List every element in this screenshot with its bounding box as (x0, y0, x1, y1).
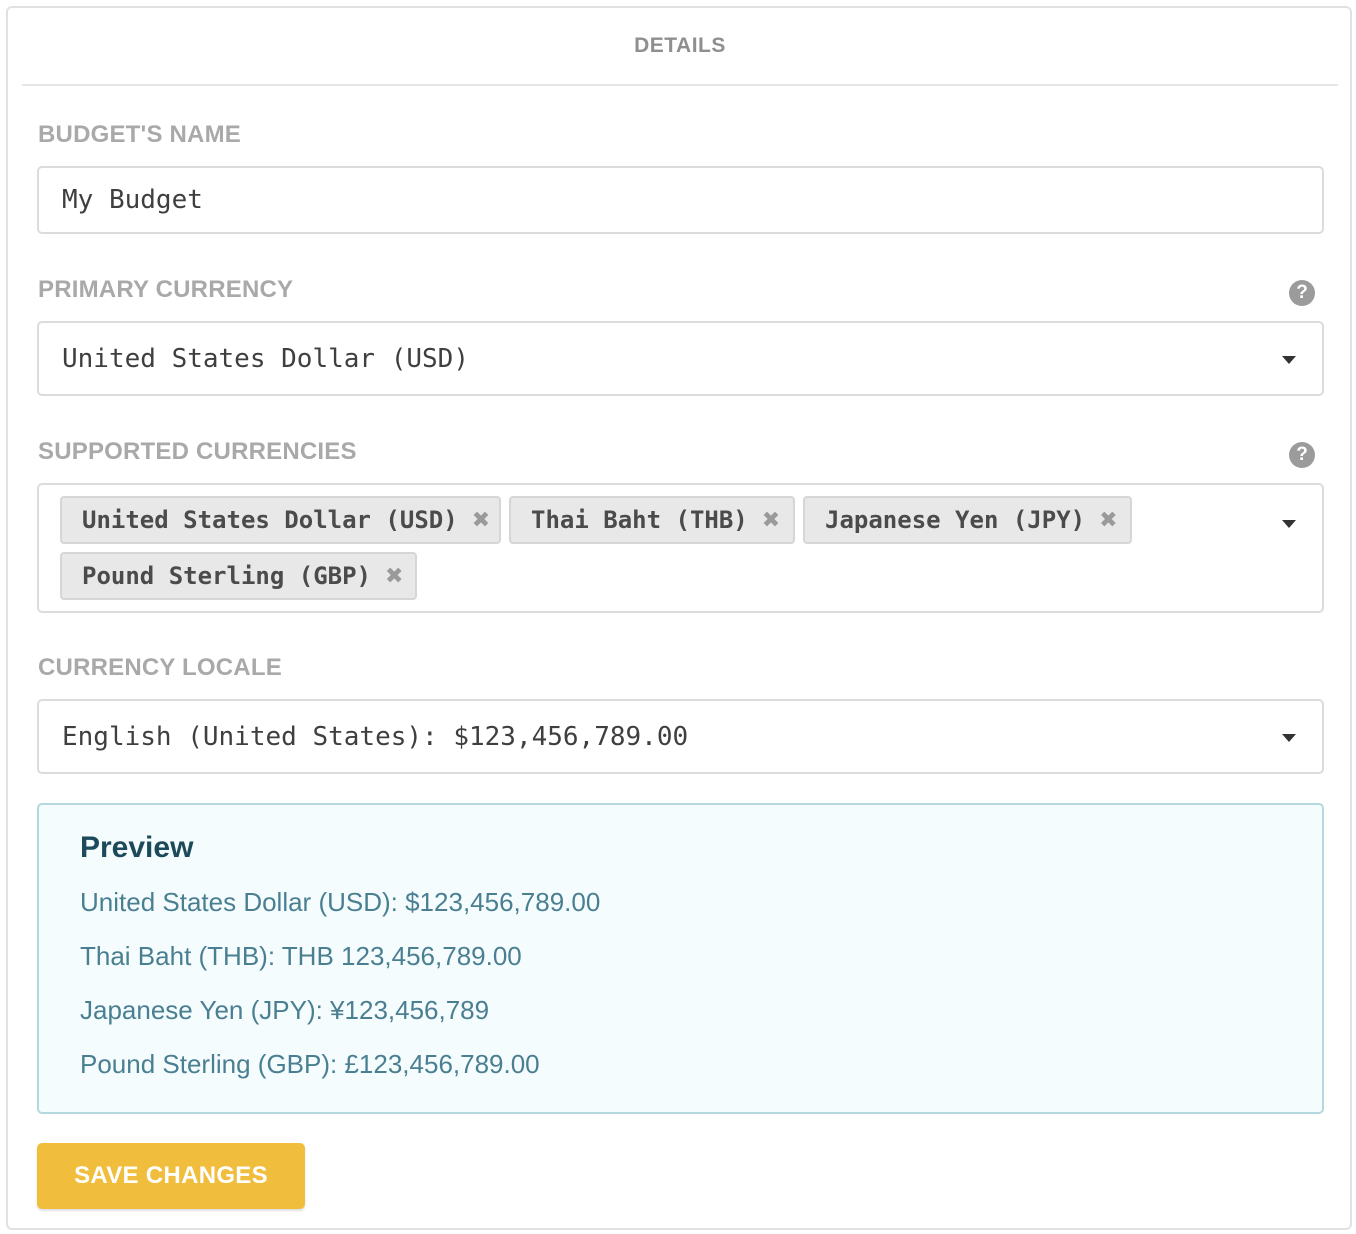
details-panel: DETAILS BUDGET'S NAME My Budget PRIMARY … (6, 6, 1352, 1230)
budget-name-label: BUDGET'S NAME (38, 121, 241, 148)
preview-box: Preview United States Dollar (USD): $123… (37, 803, 1324, 1114)
question-circle-icon[interactable]: ? (1289, 442, 1315, 468)
panel-title: DETAILS (634, 34, 726, 57)
close-icon[interactable]: ✖ (762, 508, 780, 533)
chevron-down-icon[interactable] (1282, 356, 1296, 364)
currency-locale-select[interactable]: English (United States): $123,456,789.00 (37, 699, 1324, 774)
currency-tag-label: Pound Sterling (GBP) (82, 562, 371, 590)
currency-locale-value: English (United States): $123,456,789.00 (62, 722, 689, 752)
close-icon[interactable]: ✖ (385, 564, 403, 589)
currency-tag: Pound Sterling (GBP) ✖ (60, 552, 417, 600)
supported-currencies-multiselect[interactable]: United States Dollar (USD) ✖ Thai Baht (… (37, 483, 1324, 613)
preview-line-usd: United States Dollar (USD): $123,456,789… (80, 887, 601, 917)
chevron-down-icon[interactable] (1282, 520, 1296, 528)
primary-currency-label: PRIMARY CURRENCY (38, 276, 294, 303)
budget-name-value: My Budget (62, 185, 203, 215)
preview-title: Preview (80, 831, 194, 864)
preview-line-jpy: Japanese Yen (JPY): ¥123,456,789 (80, 995, 490, 1025)
primary-currency-value: United States Dollar (USD) (62, 344, 469, 374)
chevron-down-icon[interactable] (1282, 734, 1296, 742)
currency-tag-label: Japanese Yen (JPY) (825, 506, 1086, 534)
budget-name-input[interactable]: My Budget (37, 166, 1324, 234)
currency-locale-label: CURRENCY LOCALE (38, 654, 282, 681)
save-changes-button[interactable]: SAVE CHANGES (37, 1143, 305, 1209)
primary-currency-select[interactable]: United States Dollar (USD) (37, 321, 1324, 396)
currency-tag: United States Dollar (USD) ✖ (60, 496, 501, 544)
preview-line-thb: Thai Baht (THB): THB 123,456,789.00 (80, 941, 522, 971)
supported-currencies-label: SUPPORTED CURRENCIES (38, 438, 357, 465)
currency-tag-label: United States Dollar (USD) (82, 506, 458, 534)
panel-header: DETAILS (22, 8, 1338, 86)
close-icon[interactable]: ✖ (1099, 508, 1117, 533)
currency-tag: Thai Baht (THB) ✖ (509, 496, 795, 544)
close-icon[interactable]: ✖ (472, 508, 490, 533)
currency-tag: Japanese Yen (JPY) ✖ (803, 496, 1132, 544)
preview-line-gbp: Pound Sterling (GBP): £123,456,789.00 (80, 1049, 540, 1079)
question-circle-icon[interactable]: ? (1289, 280, 1315, 306)
currency-tag-label: Thai Baht (THB) (531, 506, 748, 534)
